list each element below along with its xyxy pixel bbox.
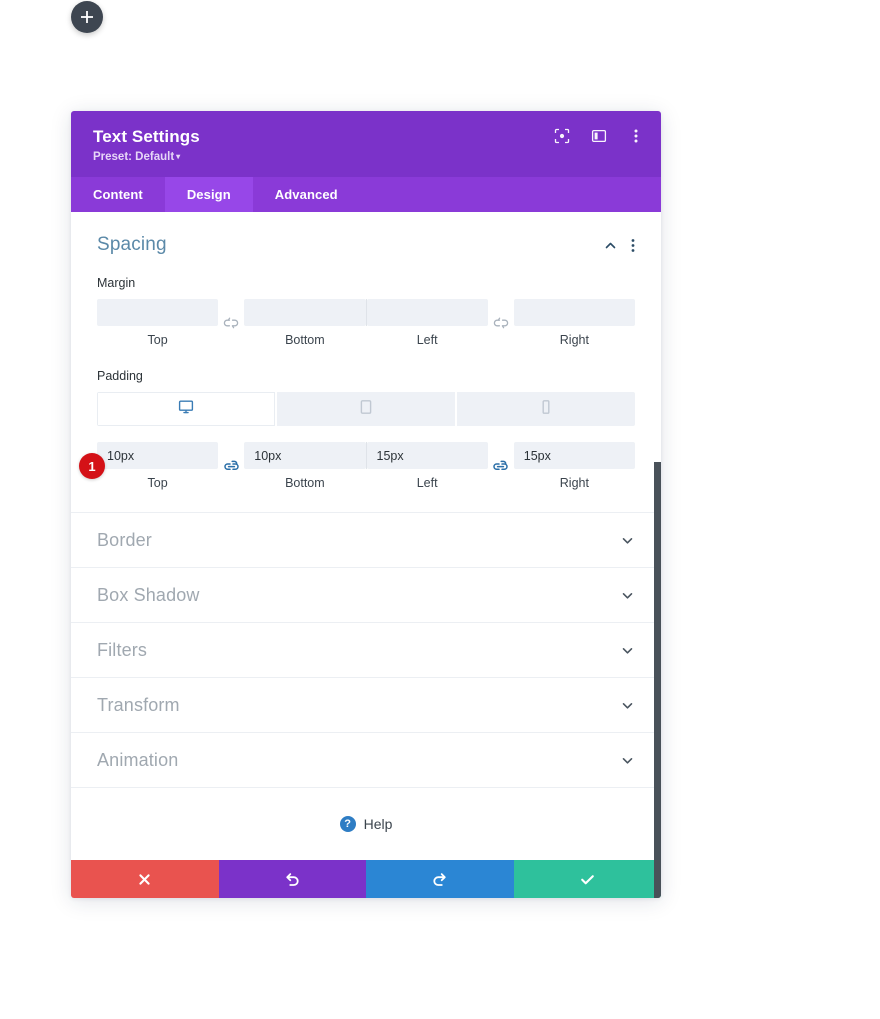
padding-bottom-caption: Bottom [285, 476, 325, 491]
margin-link-toggle-icon[interactable] [218, 310, 244, 337]
modal-header: Text Settings Preset: Default ▾ [71, 111, 661, 178]
padding-left-caption: Left [416, 476, 438, 491]
margin-top-caption: Top [147, 333, 168, 348]
chevron-down-icon [620, 588, 635, 603]
canvas: Text Settings Preset: Default ▾ Content … [0, 0, 880, 1019]
chevron-down-icon: ▾ [176, 152, 181, 162]
spacing-section-header: Spacing [97, 234, 635, 256]
padding-left-cell: Left [366, 442, 488, 491]
modal-tab-bar: Content Design Advanced [71, 177, 661, 213]
accordion-label: Filters [97, 639, 148, 660]
padding-top-cell: Top [97, 442, 219, 491]
desktop-icon [178, 399, 194, 420]
modal-body: Spacing Margin Top Bottom Left Right Pad… [71, 212, 661, 899]
phone-icon [538, 399, 554, 420]
margin-right-input[interactable] [513, 299, 635, 327]
device-tab-tablet[interactable] [277, 392, 457, 427]
padding-right-caption: Right [559, 476, 589, 491]
margin-label: Margin [97, 276, 136, 291]
margin-right-caption: Right [559, 333, 589, 348]
padding-bottom-input[interactable] [244, 442, 366, 470]
padding-label: Padding [97, 369, 143, 384]
chevron-down-icon [620, 698, 635, 713]
margin-top-input[interactable] [97, 299, 219, 327]
chevron-up-icon[interactable] [603, 238, 618, 253]
tab-design[interactable]: Design [164, 177, 253, 213]
margin-right-cell: Right [513, 299, 635, 348]
padding-link-toggle-icon-2[interactable] [488, 453, 514, 480]
modal-footer [71, 860, 661, 899]
margin-bottom-caption: Bottom [285, 333, 325, 348]
chevron-down-icon [620, 643, 635, 658]
accordion-label: Animation [97, 749, 179, 770]
padding-right-cell: Right [513, 442, 635, 491]
help-link[interactable]: Help [364, 816, 393, 832]
padding-device-tabs [97, 392, 635, 427]
more-options-icon[interactable] [631, 238, 635, 253]
accordion-box-shadow[interactable]: Box Shadow [71, 568, 661, 624]
margin-left-input[interactable] [366, 299, 488, 327]
accordion-label: Border [97, 529, 152, 550]
undo-icon [284, 871, 301, 888]
cancel-button[interactable] [71, 860, 219, 899]
margin-top-bottom-group: Top Bottom [97, 299, 366, 347]
step-badge: 1 [79, 453, 105, 480]
tab-content[interactable]: Content [71, 177, 165, 212]
accordion-transform[interactable]: Transform [71, 678, 661, 734]
padding-link-toggle-icon[interactable] [218, 453, 244, 480]
preset-selector[interactable]: Preset: Default ▾ [93, 151, 180, 163]
margin-top-cell: Top [97, 299, 219, 348]
margin-left-right-group: Left Right [366, 299, 635, 348]
padding-left-right-group: Left Right [366, 442, 635, 491]
preset-label: Preset: Default [93, 151, 175, 164]
accordion-animation[interactable]: Animation [71, 733, 661, 789]
redo-icon [431, 871, 448, 888]
check-icon [579, 871, 596, 888]
tablet-icon [358, 399, 374, 420]
device-tab-phone[interactable] [457, 392, 635, 427]
text-settings-modal: Text Settings Preset: Default ▾ Content … [71, 111, 661, 899]
padding-top-input[interactable] [97, 442, 219, 470]
split-panel-icon[interactable] [590, 127, 608, 145]
focus-mode-icon[interactable] [553, 127, 571, 145]
close-icon [137, 872, 152, 887]
margin-link-toggle-icon-2[interactable] [488, 310, 514, 337]
spacing-header-icons [603, 238, 635, 253]
accordion-border[interactable]: Border [71, 513, 661, 569]
vertical-scrollbar[interactable] [654, 462, 661, 899]
question-mark-icon[interactable]: ? [339, 816, 356, 833]
save-button[interactable] [513, 860, 661, 899]
padding-top-bottom-group: Top Bottom [97, 442, 366, 490]
more-options-icon[interactable] [627, 127, 645, 145]
margin-bottom-cell: Bottom [244, 299, 366, 348]
device-tab-desktop[interactable] [97, 392, 277, 427]
margin-left-cell: Left [366, 299, 488, 348]
padding-field-row: 1 Top [79, 442, 635, 491]
margin-field-row: Top Bottom Left Right [97, 299, 635, 347]
spacing-title: Spacing [97, 234, 167, 256]
accordion-label: Box Shadow [97, 584, 200, 605]
padding-right-input[interactable] [513, 442, 635, 470]
chevron-down-icon [620, 533, 635, 548]
redo-button[interactable] [366, 860, 514, 899]
padding-top-caption: Top [147, 476, 168, 491]
padding-bottom-cell: Bottom [244, 442, 366, 491]
add-module-button[interactable] [71, 1, 103, 33]
header-icon-group [553, 127, 645, 145]
chevron-down-icon [620, 753, 635, 768]
plus-icon [80, 10, 94, 24]
margin-left-caption: Left [416, 333, 438, 348]
undo-button[interactable] [218, 860, 366, 899]
help-area: ? Help [71, 788, 661, 860]
margin-bottom-input[interactable] [244, 299, 366, 327]
tab-advanced[interactable]: Advanced [253, 177, 360, 212]
padding-left-input[interactable] [366, 442, 488, 470]
accordion-label: Transform [97, 694, 180, 715]
accordion-filters[interactable]: Filters [71, 623, 661, 679]
spacing-section: Spacing Margin Top Bottom Left Right Pad… [71, 212, 661, 514]
